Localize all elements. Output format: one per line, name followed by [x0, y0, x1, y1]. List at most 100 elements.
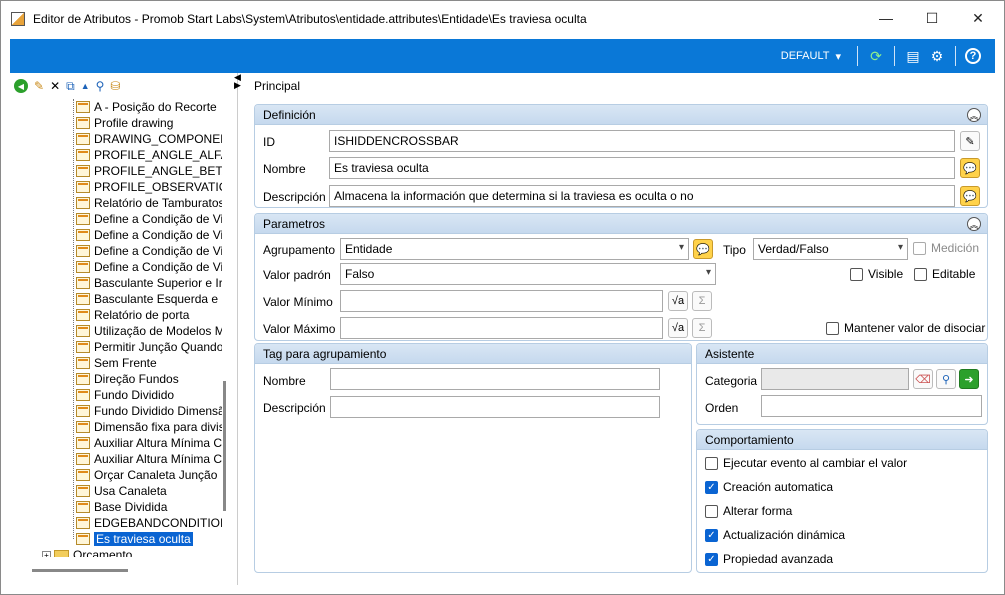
- collapse-icon[interactable]: ︽: [967, 217, 981, 231]
- tree-item[interactable]: Relatório de porta: [76, 307, 189, 323]
- valor-padron-label: Valor padrón: [263, 268, 331, 282]
- categoria-field[interactable]: [761, 368, 909, 390]
- comportamiento-checkbox[interactable]: ✓ Creación automatica: [705, 480, 833, 494]
- search-icon[interactable]: ⚲: [96, 79, 105, 93]
- valor-padron-select[interactable]: Falso ▾: [340, 263, 716, 285]
- formula-icon[interactable]: √a: [668, 291, 688, 311]
- tree-item[interactable]: DRAWING_COMPONEN: [76, 131, 222, 147]
- translate-icon[interactable]: 💬: [960, 186, 980, 206]
- tree-item[interactable]: Orçar Canaleta Junção: [76, 467, 217, 483]
- id-generator-icon[interactable]: ✎: [960, 131, 980, 151]
- tree-item[interactable]: Utilização de Modelos M: [76, 323, 222, 339]
- back-icon[interactable]: ◀: [14, 79, 28, 93]
- valor-maximo-field[interactable]: [340, 317, 663, 339]
- tag-title: Tag para agrupamiento: [263, 346, 387, 361]
- editable-checkbox[interactable]: Editable: [914, 267, 975, 281]
- tree-item[interactable]: Base Dividida: [76, 499, 167, 515]
- tree-item[interactable]: Fundo Dividido: [76, 387, 174, 403]
- copy-icon[interactable]: ⧉: [66, 79, 75, 94]
- tree-item[interactable]: Permitir Junção Quando: [76, 339, 222, 355]
- tree-item[interactable]: PROFILE_ANGLE_BETA: [76, 163, 222, 179]
- valor-minimo-field[interactable]: [340, 290, 663, 312]
- title-bar: Editor de Atributos - Promob Start Labs\…: [1, 1, 1004, 37]
- comportamiento-checkbox[interactable]: Ejecutar evento al cambiar el valor: [705, 456, 907, 470]
- tree-item[interactable]: Auxiliar Altura Mínima C: [76, 435, 222, 451]
- mantener-checkbox[interactable]: Mantener valor de disociar: [826, 321, 985, 335]
- valor-minimo-label: Valor Mínimo: [263, 295, 333, 309]
- collapse-icon[interactable]: ︽: [967, 108, 981, 122]
- tag-descripcion-field[interactable]: [330, 396, 660, 418]
- checkbox-box: [705, 504, 718, 518]
- parametros-title: Parametros: [263, 216, 326, 231]
- tree-item-label: PROFILE_ANGLE_ALFA: [94, 148, 222, 162]
- sigma-icon[interactable]: Σ: [692, 291, 712, 311]
- tree-item[interactable]: PROFILE_ANGLE_ALFA: [76, 147, 222, 163]
- tree-item-label: Sem Frente: [94, 356, 157, 370]
- settings-icon[interactable]: ⚙: [928, 47, 946, 65]
- attribute-icon: [76, 373, 90, 385]
- new-icon[interactable]: ✎: [34, 79, 44, 93]
- tag-group: Tag para agrupamiento Nombre Descripción: [254, 343, 692, 573]
- tree-item[interactable]: Profile drawing: [76, 115, 173, 131]
- expand-icon[interactable]: +: [42, 550, 51, 557]
- tree-item[interactable]: Sem Frente: [76, 355, 157, 371]
- comportamiento-checkbox[interactable]: Alterar forma: [705, 504, 792, 518]
- profile-dropdown[interactable]: DEFAULT ▾: [781, 50, 841, 63]
- tree-item[interactable]: Define a Condição de Vi: [76, 227, 222, 243]
- tree-item[interactable]: Dimensão fixa para divis: [76, 419, 222, 435]
- maximize-button[interactable]: ☐: [909, 1, 955, 35]
- medicion-checkbox[interactable]: Medición: [913, 241, 979, 255]
- search-icon[interactable]: ⚲: [936, 369, 956, 389]
- panel-splitter[interactable]: ◀ ▶: [234, 73, 244, 95]
- sigma-icon[interactable]: Σ: [692, 318, 712, 338]
- nombre-field[interactable]: Es traviesa oculta: [329, 157, 955, 179]
- tree-item[interactable]: Fundo Dividido Dimensã: [76, 403, 222, 419]
- find-replace-icon[interactable]: ⛁: [110, 79, 120, 93]
- tree-item[interactable]: Usa Canaleta: [76, 483, 167, 499]
- comportamiento-group: Comportamiento Ejecutar evento al cambia…: [696, 429, 988, 573]
- tree-item[interactable]: PROFILE_OBSERVATIC: [76, 179, 222, 195]
- arrow-right-icon[interactable]: ➜: [959, 369, 979, 389]
- tree-item[interactable]: Auxiliar Altura Mínima C: [76, 451, 222, 467]
- tree-horizontal-scrollbar[interactable]: [32, 569, 128, 572]
- close-button[interactable]: ✕: [955, 1, 1001, 35]
- layout-icon[interactable]: ▤: [904, 47, 922, 65]
- tree-item-label: Fundo Dividido Dimensã: [94, 404, 222, 418]
- visible-checkbox[interactable]: Visible: [850, 267, 903, 281]
- tree-item[interactable]: Define a Condição de Vi: [76, 259, 222, 275]
- attribute-icon: [76, 197, 90, 209]
- translate-icon[interactable]: 💬: [960, 158, 980, 178]
- help-icon[interactable]: ?: [965, 48, 981, 64]
- eraser-icon[interactable]: ⌫: [913, 369, 933, 389]
- tree-item[interactable]: Direção Fundos: [76, 371, 179, 387]
- comportamiento-checkbox[interactable]: ✓ Actualización dinámica: [705, 528, 845, 542]
- tree-item[interactable]: A - Posição do Recorte: [76, 99, 217, 115]
- move-up-icon[interactable]: ▲: [81, 81, 90, 91]
- delete-icon[interactable]: ✕: [50, 79, 60, 93]
- tree-item-label: Profile drawing: [94, 116, 174, 130]
- tag-nombre-field[interactable]: [330, 368, 660, 390]
- tree-vertical-scrollbar[interactable]: [223, 381, 226, 511]
- agrupamento-select[interactable]: Entidade ▾: [340, 238, 689, 260]
- tree-item[interactable]: Define a Condição de Vi: [76, 211, 222, 227]
- tree-item[interactable]: Basculante Superior e Ir: [76, 275, 222, 291]
- minimize-button[interactable]: —: [863, 1, 909, 35]
- attribute-icon: [76, 213, 90, 225]
- valor-maximo-label: Valor Máximo: [263, 322, 336, 336]
- id-field[interactable]: ISHIDDENCROSSBAR: [329, 130, 955, 152]
- tree-item-label: Define a Condição de Vi: [94, 244, 222, 258]
- tree-item[interactable]: EDGEBANDCONDITIOI: [76, 515, 222, 531]
- refresh-icon[interactable]: ⟳: [867, 47, 885, 65]
- descripcion-field[interactable]: Almacena la información que determina si…: [329, 185, 955, 207]
- tree-item[interactable]: Basculante Esquerda e I: [76, 291, 222, 307]
- tree-item[interactable]: Define a Condição de Vi: [76, 243, 222, 259]
- formula-icon[interactable]: √a: [668, 318, 688, 338]
- orden-field[interactable]: [761, 395, 982, 417]
- translate-icon[interactable]: 💬: [693, 239, 713, 259]
- comportamiento-checkbox[interactable]: ✓ Propiedad avanzada: [705, 552, 833, 566]
- tree-item-orcamento[interactable]: + Orçamento: [42, 547, 132, 557]
- tree-item[interactable]: Es traviesa oculta: [76, 531, 193, 547]
- tree-item[interactable]: Relatório de Tamburatos: [76, 195, 222, 211]
- tipo-select[interactable]: Verdad/Falso ▾: [753, 238, 908, 260]
- tab-principal[interactable]: Principal: [254, 79, 300, 93]
